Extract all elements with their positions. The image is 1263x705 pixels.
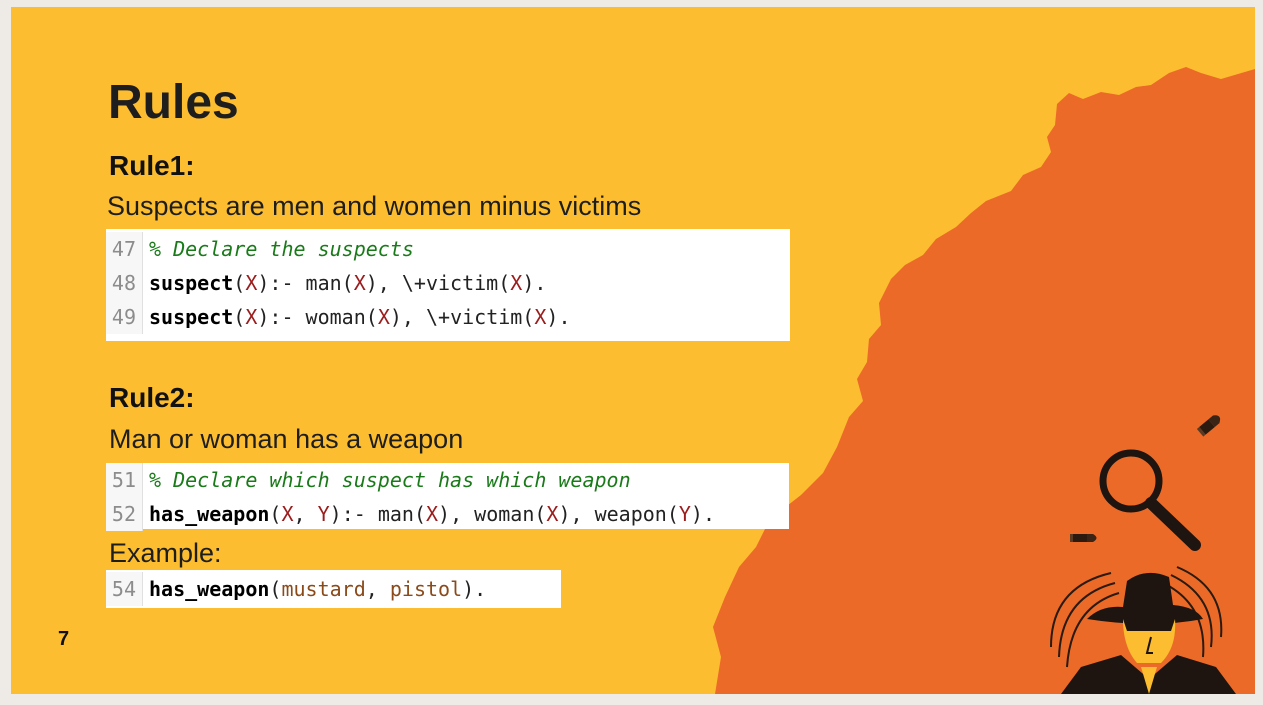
code-content: suspect(X):- man(X), \+victim(X). [143,271,546,295]
code-text: ), woman( [438,502,547,526]
variable: X [281,502,294,526]
predicate: suspect [149,305,234,329]
page-number: 7 [58,628,70,650]
code-text: ). [522,271,547,295]
code-text: ):- woman( [257,305,378,329]
variable: X [245,305,258,329]
rule2-description: Man or woman has a weapon [109,424,464,454]
code-text: ), weapon( [558,502,679,526]
rule1-heading: Rule1: [109,150,195,181]
line-number: 48 [106,266,143,300]
torn-paper-shape [713,67,1255,694]
predicate: suspect [149,271,234,295]
code-line: 52 has_weapon(X, Y):- man(X), woman(X), … [106,497,789,531]
code-content: has_weapon(X, Y):- man(X), woman(X), wea… [143,502,715,526]
bullet-icon-2 [1070,534,1097,542]
code-comment: % Declare which suspect has which weapon [149,468,631,492]
example-code-block: 54 has_weapon(mustard, pistol). [106,570,561,608]
rule2-code-block: 51 % Declare which suspect has which wea… [106,463,789,531]
code-text: ). [546,305,571,329]
code-line: 54 has_weapon(mustard, pistol). [106,572,561,606]
code-text: ). [462,577,487,601]
code-line: 49 suspect(X):- woman(X), \+victim(X). [106,300,790,334]
code-text: ), \+victim( [389,305,535,329]
variable: Y [678,502,691,526]
atom: pistol [389,577,463,601]
atom: mustard [281,577,366,601]
line-number: 52 [106,497,143,531]
code-comment: % Declare the suspects [149,237,414,261]
line-number: 54 [106,572,143,606]
code-text: ):- man( [329,502,426,526]
line-number: 51 [106,463,143,497]
rule2-heading: Rule2: [109,382,195,413]
predicate: has_weapon [149,577,270,601]
code-content: has_weapon(mustard, pistol). [143,577,486,601]
code-line: 48 suspect(X):- man(X), \+victim(X). [106,266,790,300]
slide: Rules Rule1: Suspects are men and women … [11,7,1255,694]
rule1-code-block: 47 % Declare the suspects 48 suspect(X):… [106,229,790,341]
code-text: ( [269,577,282,601]
variable: X [546,502,559,526]
variable: X [425,502,439,526]
predicate: has_weapon [149,502,270,526]
variable: X [510,271,523,295]
line-number: 49 [106,300,143,334]
variable: X [534,305,547,329]
code-text: ( [233,305,246,329]
code-text: ). [690,502,716,526]
code-text: ), \+victim( [365,271,511,295]
variable: X [377,305,390,329]
variable: Y [317,502,330,526]
variable: X [353,271,366,295]
slide-title: Rules [108,76,239,129]
code-content: suspect(X):- woman(X), \+victim(X). [143,305,571,329]
code-text: , [365,577,390,601]
code-line: 47 % Declare the suspects [106,232,790,266]
code-text: ( [269,502,282,526]
line-number: 47 [106,232,143,266]
example-label: Example: [109,538,222,568]
code-text: ):- man( [257,271,354,295]
code-text: ( [233,271,246,295]
code-text: , [293,502,318,526]
rule1-description: Suspects are men and women minus victims [107,191,642,221]
variable: X [245,271,258,295]
code-line: 51 % Declare which suspect has which wea… [106,463,789,497]
